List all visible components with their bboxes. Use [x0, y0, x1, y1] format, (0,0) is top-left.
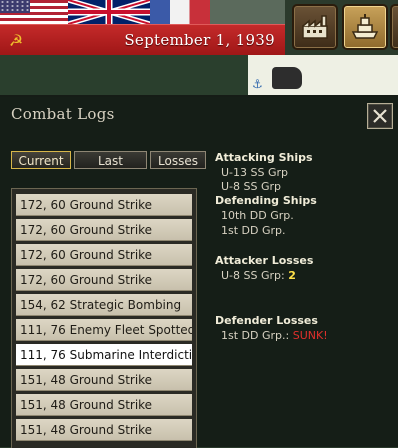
factory-button[interactable]	[292, 4, 338, 50]
us-flag	[0, 0, 68, 24]
uk-flag	[68, 0, 150, 24]
attacker-losses-heading: Attacker Losses	[215, 254, 314, 267]
defending-ship: 10th DD Grp.	[221, 209, 294, 222]
combat-log-item[interactable]: 151, 48 Ground Strike	[16, 369, 192, 391]
ship-icon	[351, 14, 379, 39]
france-flag	[150, 0, 210, 24]
hammer-sickle-icon: ☭	[8, 31, 24, 50]
game-date: September 1, 1939	[124, 31, 275, 49]
port-anchor-icon: ⚓	[252, 77, 263, 91]
tab-last[interactable]: Last	[74, 151, 147, 169]
attacker-loss-line: U-8 SS Grp: 2	[221, 269, 296, 282]
attacking-ship: U-8 SS Grp	[221, 180, 282, 193]
close-button[interactable]	[367, 103, 393, 129]
combat-log-item[interactable]: 111, 76 Enemy Fleet Spotted	[16, 319, 192, 341]
tab-losses[interactable]: Losses	[150, 151, 206, 169]
combat-log-item[interactable]: 111, 76 Submarine Interdiction	[16, 344, 192, 366]
defender-loss-line: 1st DD Grp.: SUNK!	[221, 329, 328, 342]
date-banner: ☭ September 1, 1939	[0, 24, 285, 57]
defender-losses-heading: Defender Losses	[215, 314, 318, 327]
world-map[interactable]: ⚓	[0, 55, 398, 95]
combat-log-list[interactable]: 172, 60 Ground Strike 172, 60 Ground Stri…	[11, 188, 197, 448]
attacking-ship: U-13 SS Grp	[221, 166, 289, 179]
defender-loss-unit: 1st DD Grp.:	[221, 329, 290, 342]
combat-log-item[interactable]: 172, 60 Ground Strike	[16, 269, 192, 291]
combat-log-item[interactable]: 172, 60 Ground Strike	[16, 244, 192, 266]
attacking-ships-heading: Attacking Ships	[215, 151, 313, 164]
naval-button[interactable]	[342, 4, 388, 50]
combat-log-item[interactable]: 151, 48 Ground Strike	[16, 419, 192, 441]
nation-flags	[0, 0, 285, 24]
combat-logs-panel: Combat Logs Current Last Losses 172, 60 …	[0, 95, 398, 448]
menu-button-partial[interactable]	[390, 4, 398, 50]
combat-log-item[interactable]: 172, 60 Ground Strike	[16, 194, 192, 216]
attacker-loss-value: 2	[288, 269, 296, 282]
tab-current[interactable]: Current	[11, 151, 71, 169]
combat-log-item[interactable]: 154, 62 Strategic Bombing	[16, 294, 192, 316]
defending-ships-heading: Defending Ships	[215, 194, 317, 207]
defender-loss-value: SUNK!	[292, 329, 328, 342]
factory-icon	[302, 15, 328, 39]
combat-log-item[interactable]: 172, 60 Ground Strike	[16, 219, 192, 241]
attacker-loss-unit: U-8 SS Grp:	[221, 269, 285, 282]
combat-log-item[interactable]: 151, 48 Ground Strike	[16, 394, 192, 416]
city-marker	[272, 67, 302, 89]
defending-ship: 1st DD Grp.	[221, 224, 286, 237]
panel-title: Combat Logs	[11, 105, 115, 123]
close-icon	[373, 109, 387, 123]
